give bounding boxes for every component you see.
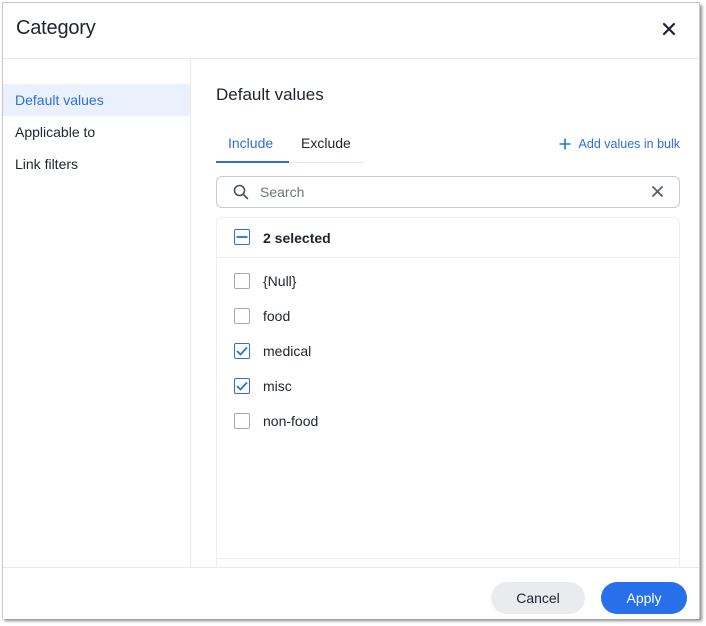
list-header: 2 selected: [217, 218, 679, 258]
item-label: misc: [263, 378, 292, 394]
category-dialog: Category Default values Applicable to Li…: [2, 2, 700, 619]
list-item[interactable]: non-food: [217, 404, 679, 439]
item-checkbox[interactable]: [234, 343, 250, 359]
search-input[interactable]: [260, 177, 640, 207]
tab-include[interactable]: Include: [228, 135, 273, 151]
list-item[interactable]: food: [217, 299, 679, 334]
item-label: {Null}: [263, 273, 297, 289]
item-checkbox[interactable]: [234, 308, 250, 324]
item-checkbox[interactable]: [234, 273, 250, 289]
close-button[interactable]: [659, 19, 679, 39]
item-label: medical: [263, 343, 312, 359]
tab-bar: Include Exclude: [216, 127, 364, 163]
item-label: food: [263, 308, 291, 324]
cancel-button[interactable]: Cancel: [491, 582, 585, 614]
indeterminate-icon: [236, 236, 248, 238]
search-box: [216, 176, 680, 208]
sidebar-item-link-filters[interactable]: Link filters: [3, 148, 190, 180]
dialog-title: Category: [16, 17, 96, 39]
sidebar-item-applicable-to[interactable]: Applicable to: [3, 116, 190, 148]
close-icon: [662, 22, 676, 36]
checkmark-icon: [236, 381, 248, 391]
section-title: Default values: [216, 85, 324, 104]
item-checkbox[interactable]: [234, 413, 250, 429]
sidebar: Default values Applicable to Link filter…: [3, 59, 191, 567]
list-footer-divider: [217, 558, 679, 559]
dialog-footer: Cancel Apply: [3, 567, 699, 619]
dialog-header: Category: [3, 3, 699, 59]
list-item[interactable]: medical: [217, 334, 679, 369]
active-tab-indicator: [216, 161, 289, 163]
item-label: non-food: [263, 413, 319, 429]
tab-exclude[interactable]: Exclude: [301, 135, 351, 151]
main-panel: Default values Include Exclude Add value…: [192, 59, 700, 567]
search-icon: [233, 184, 249, 200]
checkmark-icon: [236, 346, 248, 356]
item-checkbox[interactable]: [234, 378, 250, 394]
add-values-in-bulk-link[interactable]: Add values in bulk: [559, 137, 680, 151]
selected-count: 2 selected: [263, 230, 331, 246]
values-list: 2 selected {Null} food medical misc non-…: [216, 217, 680, 567]
add-values-in-bulk-label: Add values in bulk: [578, 137, 680, 151]
sidebar-item-default-values[interactable]: Default values: [3, 84, 190, 116]
select-all-checkbox[interactable]: [234, 229, 250, 245]
plus-icon: [559, 138, 571, 150]
list-item[interactable]: {Null}: [217, 264, 679, 299]
list-item[interactable]: misc: [217, 369, 679, 404]
clear-icon[interactable]: [652, 186, 663, 197]
apply-button[interactable]: Apply: [601, 582, 687, 614]
